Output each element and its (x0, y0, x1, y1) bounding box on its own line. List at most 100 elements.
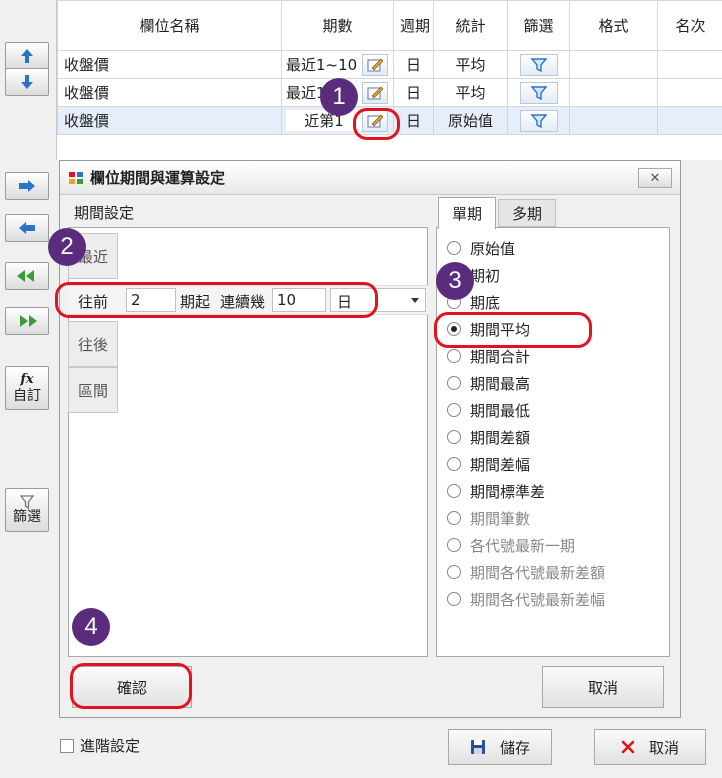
option-period-high[interactable]: 期間最高 (447, 371, 530, 395)
cell-statistic[interactable]: 原始值 (433, 106, 508, 135)
edit-icon (367, 58, 384, 71)
dialog-title: 欄位期間與運算設定 (90, 169, 226, 187)
radio-button[interactable] (447, 484, 461, 498)
header-rank[interactable]: 名次 (657, 0, 722, 51)
option-raw-value[interactable]: 原始值 (447, 236, 515, 260)
header-field-name[interactable]: 欄位名稱 (57, 0, 282, 51)
step-badge-1: 1 (320, 78, 358, 116)
dialog-titlebar[interactable]: 欄位期間與運算設定 (60, 161, 680, 195)
radio-button[interactable] (447, 538, 461, 552)
cell-format[interactable] (569, 106, 658, 135)
header-format[interactable]: 格式 (569, 0, 658, 51)
period-calc-dialog: 欄位期間與運算設定 ✕ 期間設定 最近 往後 區間 往前 2 期起 連續幾 10… (59, 160, 681, 718)
header-filter[interactable]: 篩選 (507, 0, 570, 51)
floppy-disk-icon (470, 740, 485, 754)
filter-cell-button[interactable] (519, 81, 558, 104)
funnel-icon (530, 57, 547, 72)
period-settings-heading: 期間設定 (74, 203, 135, 222)
fx-icon: fx (20, 372, 34, 387)
radio-button[interactable] (447, 511, 461, 525)
move-down-button[interactable] (5, 68, 49, 96)
dialog-cancel-button[interactable]: 取消 (542, 666, 664, 708)
option-period-low[interactable]: 期間最低 (447, 398, 530, 422)
edit-period-button[interactable] (362, 81, 388, 104)
cell-period[interactable]: 最近1~10 (281, 50, 394, 79)
arrow-right-icon (19, 180, 35, 192)
cell-rank[interactable] (657, 106, 722, 135)
filter-label: 篩選 (13, 509, 41, 525)
radio-button[interactable] (447, 457, 461, 471)
option-period-diff[interactable]: 期間差額 (447, 425, 530, 449)
radio-button[interactable] (447, 430, 461, 444)
radio-button[interactable] (447, 376, 461, 390)
highlight-period-row (55, 282, 378, 318)
advanced-label: 進階設定 (80, 737, 141, 755)
header-statistic[interactable]: 統計 (433, 0, 508, 51)
cell-filter[interactable] (507, 106, 570, 135)
save-button[interactable]: 儲存 (448, 729, 552, 765)
radio-button[interactable] (447, 349, 461, 363)
cell-rank[interactable] (657, 78, 722, 107)
tab-after[interactable]: 往後 (68, 321, 118, 367)
highlight-edit-button (353, 108, 400, 140)
period-text: 近第1 (286, 110, 362, 131)
cell-filter[interactable] (507, 50, 570, 79)
cell-field-name[interactable]: 收盤價 (57, 78, 282, 107)
double-arrow-right-icon (20, 315, 37, 327)
dialog-close-button[interactable]: ✕ (638, 168, 672, 188)
cell-field-name[interactable]: 收盤價 (57, 50, 282, 79)
header-period[interactable]: 期數 (281, 0, 394, 51)
highlight-average-option (434, 312, 592, 348)
option-label: 期間差額 (470, 428, 531, 447)
option-latest-per-code[interactable]: 各代號最新一期 (447, 533, 575, 557)
cell-format[interactable] (569, 50, 658, 79)
move-right-button[interactable] (5, 172, 49, 200)
option-label: 期間各代號最新差額 (470, 563, 606, 582)
option-label: 期間合計 (470, 347, 531, 366)
save-label: 儲存 (499, 738, 530, 757)
custom-formula-button[interactable]: fx 自訂 (5, 366, 49, 410)
option-period-stddev[interactable]: 期間標準差 (447, 479, 545, 503)
option-label: 期底 (470, 293, 501, 312)
radio-button[interactable] (447, 241, 461, 255)
move-all-left-button[interactable] (5, 262, 49, 290)
filter-button[interactable]: 篩選 (5, 488, 49, 532)
cell-field-name[interactable]: 收盤價 (57, 106, 282, 135)
radio-button[interactable] (447, 565, 461, 579)
option-latest-diff-per-code[interactable]: 期間各代號最新差額 (447, 560, 605, 584)
cell-cycle[interactable]: 日 (393, 50, 434, 79)
close-icon: ✕ (649, 170, 661, 186)
table-row[interactable]: 收盤價 最近1~1 日 平均 (57, 78, 722, 107)
cell-statistic[interactable]: 平均 (433, 50, 508, 79)
funnel-icon (530, 113, 547, 128)
cell-cycle[interactable]: 日 (393, 78, 434, 107)
header-cycle[interactable]: 週期 (393, 0, 434, 51)
radio-button[interactable] (447, 403, 461, 417)
advanced-checkbox[interactable] (60, 738, 74, 753)
cancel-label: 取消 (648, 738, 679, 757)
table-row[interactable]: 收盤價 最近1~10 日 平均 (57, 50, 722, 79)
cell-statistic[interactable]: 平均 (433, 78, 508, 107)
filter-cell-button[interactable] (519, 53, 558, 76)
cell-filter[interactable] (507, 78, 570, 107)
option-latest-diff-pct-per-code[interactable]: 期間各代號最新差幅 (447, 587, 605, 611)
move-left-button[interactable] (5, 214, 49, 242)
radio-button[interactable] (447, 592, 461, 606)
option-label: 期間標準差 (470, 482, 546, 501)
cell-rank[interactable] (657, 50, 722, 79)
option-period-diff-pct[interactable]: 期間差幅 (447, 452, 530, 476)
cell-format[interactable] (569, 78, 658, 107)
tab-multi-period[interactable]: 多期 (498, 199, 556, 227)
move-all-right-button[interactable] (5, 307, 49, 335)
tab-range[interactable]: 區間 (68, 367, 118, 413)
move-up-button[interactable] (5, 42, 49, 70)
option-label: 期間差幅 (470, 455, 531, 474)
advanced-settings[interactable]: 進階設定 (60, 735, 140, 756)
edit-period-button[interactable] (362, 53, 388, 76)
highlight-confirm-button (70, 663, 192, 709)
filter-cell-button[interactable] (519, 109, 558, 132)
footer-cancel-button[interactable]: 取消 (594, 729, 706, 765)
close-x-icon (621, 740, 635, 754)
tab-single-period[interactable]: 單期 (438, 197, 496, 229)
option-period-count[interactable]: 期間筆數 (447, 506, 530, 530)
